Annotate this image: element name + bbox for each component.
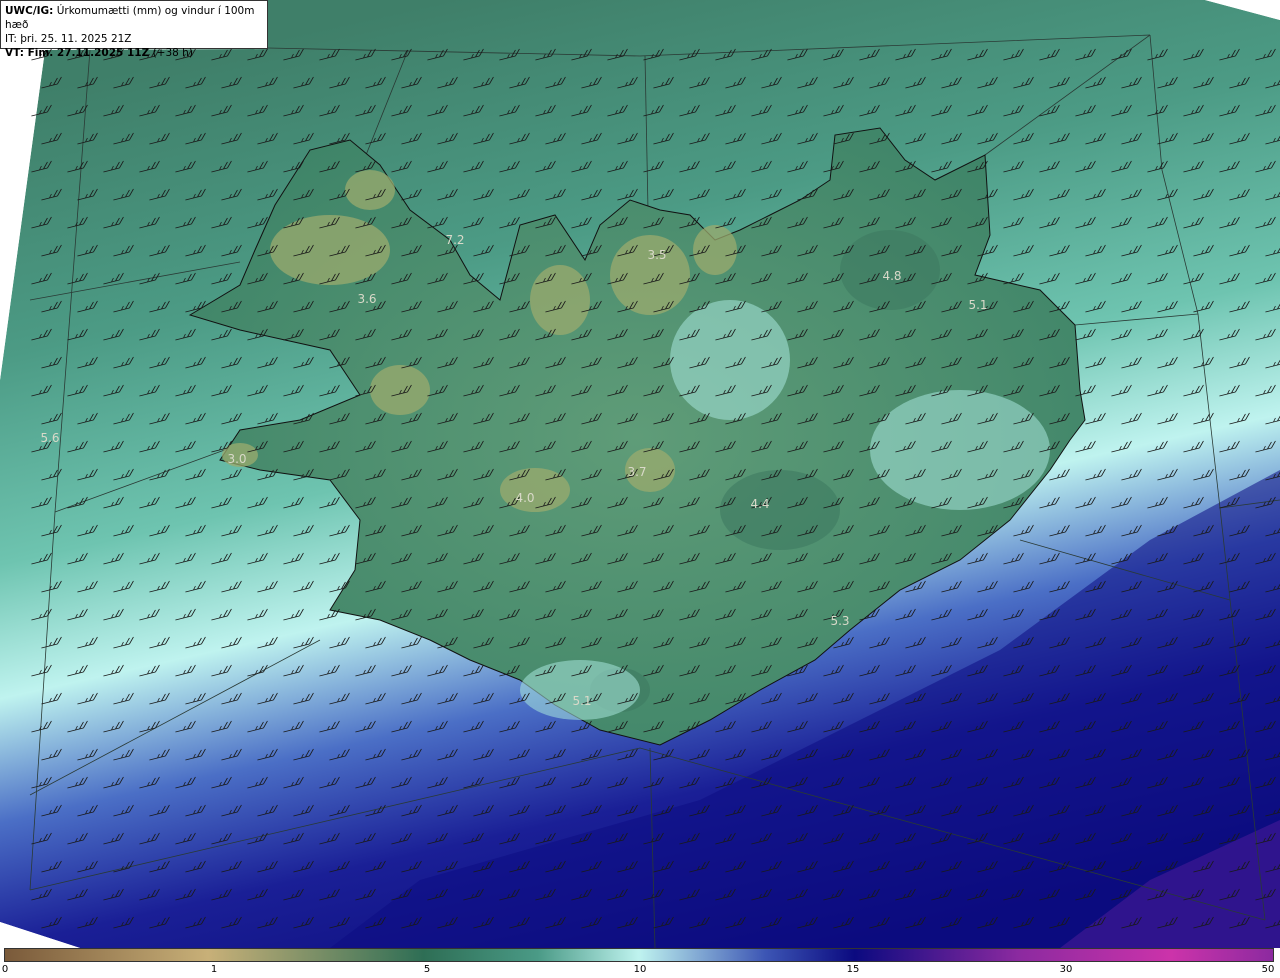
point-value: 4.8 — [882, 269, 901, 283]
point-value: 3.0 — [227, 452, 246, 466]
colorbar-tick: 1 — [210, 964, 218, 975]
title-line: UWC/IG: Úrkomumætti (mm) og vindur í 100… — [5, 4, 263, 32]
point-value: 5.6 — [40, 431, 59, 445]
map-title-box: UWC/IG: Úrkomumætti (mm) og vindur í 100… — [0, 0, 268, 59]
colorbar-tick: 0 — [1, 964, 9, 975]
point-value: 5.3 — [830, 614, 849, 628]
valid-time: VT: Fim. 27.11.2025 11Z — [5, 47, 150, 59]
valid-line: VT: Fim. 27.11.2025 11Z (+38 h) — [5, 46, 263, 60]
init-time: IT: þri. 25. 11. 2025 21Z — [5, 33, 132, 45]
point-value: 3.6 — [357, 292, 376, 306]
forecast-hour: (+38 h) — [152, 47, 193, 59]
colorbar-tick: 50 — [1261, 964, 1275, 975]
colorbar-tick: 5 — [423, 964, 431, 975]
point-value: 7.2 — [445, 233, 464, 247]
model-label: UWC/IG: — [5, 5, 54, 17]
colorbar-tick: 10 — [633, 964, 647, 975]
forecast-map: 7.2 3.6 3.5 4.8 5.1 5.6 3.0 4.0 3.7 4.4 … — [0, 0, 1280, 948]
point-value: 4.4 — [750, 497, 769, 511]
colorbar: 0 1 5 10 15 30 50 — [0, 948, 1280, 978]
point-value: 4.0 — [515, 491, 534, 505]
point-value: 5.1 — [572, 694, 591, 708]
colorbar-strip — [4, 948, 1274, 962]
colorbar-tick: 30 — [1059, 964, 1073, 975]
point-value: 3.7 — [627, 465, 646, 479]
point-value: 3.5 — [647, 248, 666, 262]
point-value: 5.1 — [968, 298, 987, 312]
colorbar-tick: 15 — [846, 964, 860, 975]
